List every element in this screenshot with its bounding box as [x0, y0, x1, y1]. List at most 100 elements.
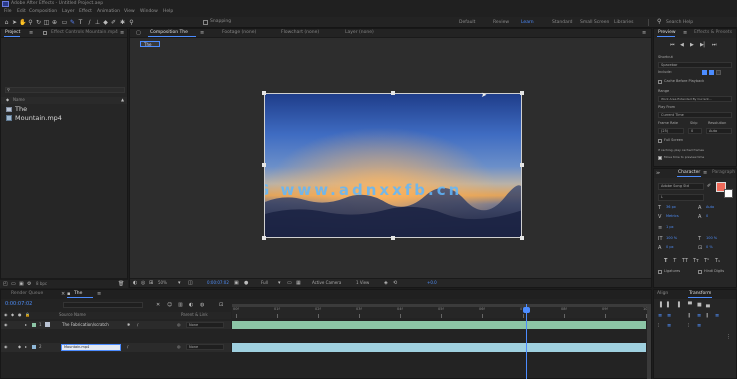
tab-project[interactable]: Project [5, 30, 20, 36]
column-name[interactable]: Name [13, 98, 25, 102]
transform-handle[interactable] [262, 236, 266, 240]
font-style-dropdown[interactable]: L [658, 194, 704, 201]
panel-menu-icon[interactable]: ≡ [642, 31, 646, 36]
pickwhip-icon[interactable]: ◎ [177, 323, 181, 327]
region-of-interest-icon[interactable]: ▭ [287, 281, 292, 286]
distribute-icon[interactable]: ⫶ [688, 324, 689, 329]
table-row[interactable]: ◉ ▸ 1 The Fabrication/scratch ✱ ∕ ◎ None [1, 321, 231, 329]
snapshot-icon[interactable]: ◫ [188, 281, 193, 286]
vertical-scale-value[interactable]: 100 % [666, 236, 677, 241]
skip-dropdown[interactable]: 0 [688, 128, 702, 134]
rotate-tool-icon[interactable]: ↻ [35, 19, 42, 26]
ligatures-checkbox[interactable] [658, 270, 662, 274]
distribute-icon[interactable]: ≣ [697, 314, 701, 319]
layer-2-track-bar[interactable] [232, 343, 646, 352]
tab-timeline-comp[interactable]: The [74, 291, 82, 297]
timeline-timecode[interactable]: 0:00:07:02 [5, 302, 32, 307]
home-icon[interactable]: ⌂ [3, 19, 10, 26]
switch-icon[interactable]: ∕ [137, 323, 138, 327]
roto-brush-tool-icon[interactable]: ✐ [110, 19, 117, 26]
chevron-icon[interactable]: ≫ [656, 171, 660, 175]
tab-footage[interactable]: Footage (none) [222, 30, 256, 36]
timeline-scrollbar[interactable] [647, 304, 651, 379]
distribute-icon[interactable]: ≣ [658, 314, 662, 319]
motion-blur-icon[interactable]: ◐ [189, 303, 193, 308]
type-tool-icon[interactable]: T [77, 19, 84, 26]
tab-menu-icon[interactable]: ≡ [703, 171, 707, 176]
tsume-value[interactable]: 0 % [706, 245, 713, 250]
list-item[interactable]: Mountain.mp4 [4, 113, 126, 122]
tab-menu-icon[interactable]: ≡ [97, 292, 101, 297]
frame-blending-icon[interactable]: ▥ [178, 303, 183, 308]
zoom-dropdown[interactable]: 50% [158, 281, 167, 285]
distribute-icon[interactable]: ⫼ [706, 314, 708, 319]
column-source-name[interactable]: Source Name [59, 313, 86, 317]
frame-rate-dropdown[interactable]: (25) [658, 128, 684, 134]
last-frame-icon[interactable]: ⏭ [712, 43, 717, 48]
new-folder-icon[interactable]: ▭ [11, 282, 16, 287]
current-time[interactable]: 0:00:07:02 [207, 281, 229, 285]
baseline-value[interactable]: 0 px [666, 245, 674, 250]
color-channel-icon[interactable]: ● [244, 281, 248, 286]
camera-icon[interactable]: ▣ [234, 281, 239, 286]
tab-menu-icon[interactable]: ≡ [200, 31, 204, 36]
toggle-mask-icon[interactable]: ◈ [384, 281, 388, 286]
shy-icon[interactable]: ☺ [167, 303, 172, 308]
menu-effect[interactable]: Effect [79, 9, 92, 15]
transform-handle[interactable] [391, 236, 395, 240]
brush-tool-icon[interactable]: ∕ [86, 19, 93, 26]
tab-flowchart[interactable]: Flowchart (none) [281, 30, 319, 36]
tab-effect-controls[interactable]: Effect Controls Mountain.mp4 [51, 30, 118, 36]
work-area-bar[interactable] [232, 304, 650, 307]
expand-arrow-icon[interactable]: ▸ [25, 323, 27, 327]
layer-search-input[interactable] [63, 302, 143, 308]
full-screen-checkbox[interactable] [658, 139, 662, 143]
resolution-dropdown[interactable]: Full [261, 281, 268, 285]
workspace-default[interactable]: Default [459, 20, 475, 26]
playhead-handle[interactable] [522, 307, 530, 313]
eyedropper-icon[interactable]: ✐ [707, 184, 711, 189]
eraser-tool-icon[interactable]: ◆ [102, 19, 109, 26]
graph-editor-icon[interactable]: ◍ [200, 303, 204, 308]
panel-menu-icon[interactable]: ⋮ [726, 335, 731, 340]
align-center-icon[interactable]: ▌ [667, 303, 671, 308]
camera-tool-icon[interactable]: ◫ [43, 19, 50, 26]
lock-icon[interactable] [43, 31, 47, 35]
puppet-pin-icon[interactable]: ⚲ [128, 19, 135, 26]
tab-composition[interactable]: Composition The [150, 30, 188, 36]
transform-handle[interactable] [520, 236, 524, 240]
switch-icon[interactable]: ✱ [127, 323, 130, 327]
table-row[interactable]: ◉ ◆ ▸ 2 Mountain.mp4 ∕ ◎ None [1, 343, 231, 352]
tab-render-queue[interactable]: Render Queue [11, 291, 43, 297]
transform-handle[interactable] [262, 91, 266, 95]
align-left-icon[interactable]: ▐ [658, 303, 662, 308]
reset-exposure-icon[interactable]: ⟲ [393, 281, 397, 286]
font-size-value[interactable]: 36 px [666, 205, 676, 210]
tab-paragraph[interactable]: Paragraph [712, 170, 735, 176]
play-icon[interactable]: ▶ [690, 43, 694, 48]
cache-checkbox[interactable] [658, 80, 662, 84]
menu-window[interactable]: Window [140, 9, 158, 15]
workspace-libraries[interactable]: Libraries [614, 20, 633, 26]
align-top-icon[interactable]: ▀ [688, 303, 692, 308]
distribute-icon[interactable]: ⫼ [688, 314, 690, 319]
next-frame-icon[interactable]: ▶▏ [700, 43, 708, 48]
play-from-dropdown[interactable]: Current Time [658, 112, 732, 118]
panel-menu-icon[interactable]: ≡ [120, 31, 124, 36]
move-time-checkbox[interactable] [658, 156, 662, 160]
transform-handle[interactable] [391, 91, 395, 95]
breadcrumb[interactable]: The [140, 41, 160, 47]
trash-icon[interactable]: 🗑 [118, 282, 124, 287]
align-right-icon[interactable]: ▐ [676, 303, 680, 308]
new-composition-icon[interactable]: ▣ [19, 282, 24, 287]
layer-1-track-bar[interactable] [232, 321, 646, 329]
tab-menu-icon[interactable]: ≡ [683, 31, 687, 36]
bit-depth-label[interactable]: 8 bpc [36, 282, 47, 286]
switch-icon[interactable]: ∕ [127, 345, 128, 349]
interpret-footage-icon[interactable]: ◰ [3, 282, 8, 287]
pickwhip-icon[interactable]: ◎ [177, 345, 181, 349]
settings-icon[interactable]: ⚙ [27, 282, 31, 287]
include-overlay-toggle[interactable] [716, 70, 721, 75]
transform-handle[interactable] [520, 91, 524, 95]
stroke-width-value[interactable]: 1 px [666, 225, 674, 230]
